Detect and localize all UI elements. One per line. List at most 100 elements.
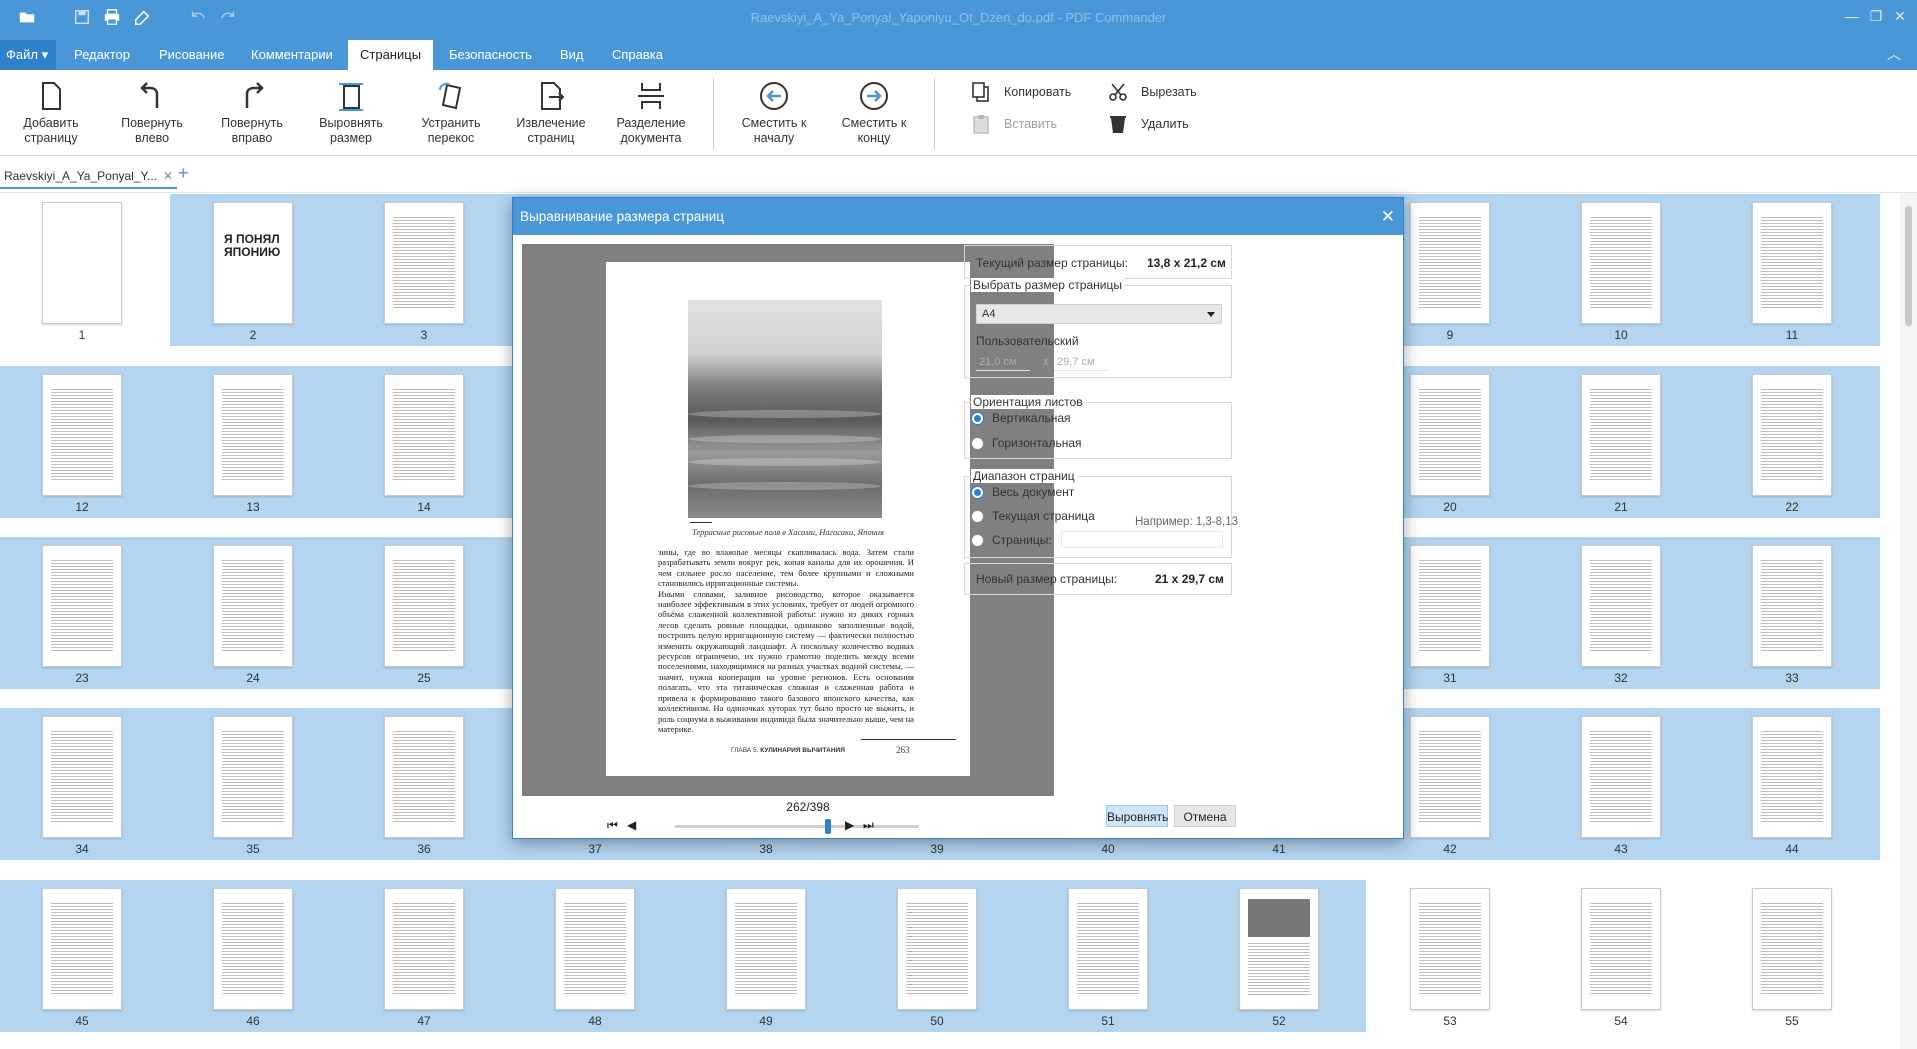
page-thumbnail[interactable] <box>1752 716 1832 838</box>
page-thumbnail[interactable] <box>726 888 806 1010</box>
tab-editor[interactable]: Редактор <box>62 40 142 70</box>
portrait-radio[interactable] <box>971 412 984 425</box>
page-number-label: 32 <box>1614 671 1628 685</box>
page-thumbnail[interactable] <box>42 545 122 667</box>
page-thumbnail[interactable] <box>213 888 293 1010</box>
page-number-label: 22 <box>1785 500 1799 514</box>
page-thumbnail[interactable] <box>213 374 293 496</box>
custom-width-input[interactable]: 21,0 см <box>976 353 1030 371</box>
page-number-label: 13 <box>246 500 260 514</box>
page-thumbnail[interactable] <box>1752 888 1832 1010</box>
page-number-label: 23 <box>75 671 89 685</box>
page-thumbnail[interactable] <box>1581 888 1661 1010</box>
page-thumbnail[interactable] <box>1410 716 1490 838</box>
page-thumbnail[interactable] <box>384 888 464 1010</box>
chevron-down-icon <box>1207 312 1215 317</box>
page-number-label: 40 <box>1101 842 1115 856</box>
collapse-ribbon-icon[interactable]: ︿ <box>1884 44 1904 64</box>
page-thumbnail[interactable] <box>1239 888 1319 1010</box>
page-thumbnail[interactable]: Я ПОНЯЛ ЯПОНИЮ <box>213 202 293 324</box>
range-current-label: Текущая страница <box>992 509 1095 523</box>
page-thumbnail[interactable] <box>555 888 635 1010</box>
vertical-scrollbar[interactable] <box>1900 194 1917 1049</box>
page-thumbnail[interactable] <box>1581 374 1661 496</box>
restore-icon[interactable]: ❐ <box>1866 8 1886 28</box>
prev-page-icon[interactable]: ◀ <box>627 818 636 832</box>
apply-button[interactable]: Выровнять <box>1106 805 1168 827</box>
page-thumbnail[interactable] <box>1068 888 1148 1010</box>
deskew-button[interactable]: Устранить перекос <box>403 80 499 156</box>
title-bar: Raevskiyi_A_Ya_Ponyal_Yaponiyu_Ot_Dzen_d… <box>0 0 1917 70</box>
range-all-radio[interactable] <box>971 486 984 499</box>
range-current-radio[interactable] <box>971 510 984 523</box>
move-to-start-icon <box>760 82 788 110</box>
file-menu-button[interactable]: Файл ▾ <box>0 40 56 70</box>
page-thumbnail[interactable] <box>42 888 122 1010</box>
page-thumbnail[interactable] <box>384 374 464 496</box>
move-to-end-button[interactable]: Сместить к концу <box>826 80 922 156</box>
page-thumbnail[interactable] <box>42 716 122 838</box>
page-thumbnail[interactable] <box>1581 716 1661 838</box>
cancel-button[interactable]: Отмена <box>1174 805 1236 827</box>
move-to-start-button[interactable]: Сместить к началу <box>726 80 822 156</box>
tab-comments[interactable]: Комментарии <box>239 40 345 70</box>
page-thumbnail[interactable] <box>213 716 293 838</box>
page-thumbnail[interactable] <box>1410 888 1490 1010</box>
copy-button[interactable]: Копировать <box>970 80 1071 104</box>
page-thumbnail[interactable] <box>1410 374 1490 496</box>
custom-height-input[interactable]: 29,7 см <box>1054 353 1108 371</box>
tab-drawing[interactable]: Рисование <box>147 40 236 70</box>
page-number-label: 33 <box>1785 671 1799 685</box>
pages-input[interactable] <box>1061 531 1223 548</box>
cut-button[interactable]: Вырезать <box>1107 80 1197 104</box>
delete-button[interactable]: Удалить <box>1107 112 1189 136</box>
landscape-radio[interactable] <box>971 437 984 450</box>
tab-help[interactable]: Справка <box>600 40 675 70</box>
rotate-left-button[interactable]: Повернуть влево <box>104 80 200 156</box>
page-slider-handle[interactable] <box>825 819 831 834</box>
last-page-icon[interactable]: ⏭ <box>863 818 874 833</box>
page-slider[interactable] <box>675 825 919 828</box>
align-size-button[interactable]: Выровнять размер <box>303 80 399 156</box>
page-size-select[interactable]: A4 <box>976 304 1222 324</box>
page-number-label: 48 <box>588 1014 602 1028</box>
page-thumbnail[interactable] <box>213 545 293 667</box>
page-thumbnail[interactable] <box>384 202 464 324</box>
preview-page-number: 263 <box>896 745 910 755</box>
split-document-button[interactable]: Разделение документа <box>603 80 699 156</box>
align-page-size-dialog: Выравнивание размера страниц ✕ Террасные… <box>512 197 1404 839</box>
range-pages-radio[interactable] <box>971 534 984 547</box>
page-thumbnail[interactable] <box>1752 202 1832 324</box>
page-thumbnail[interactable] <box>1581 202 1661 324</box>
minimize-icon[interactable]: — <box>1842 8 1862 28</box>
tab-view[interactable]: Вид <box>548 40 596 70</box>
close-dialog-icon[interactable]: ✕ <box>1381 198 1395 235</box>
page-thumbnail[interactable] <box>384 716 464 838</box>
page-number-label: 34 <box>75 842 89 856</box>
add-page-button[interactable]: Добавить страницу <box>3 80 99 156</box>
scrollbar-thumb[interactable] <box>1905 206 1912 326</box>
paste-button[interactable]: Вставить <box>970 112 1057 136</box>
page-thumbnail[interactable] <box>1752 374 1832 496</box>
page-thumbnail[interactable] <box>384 545 464 667</box>
page-thumbnail[interactable] <box>1410 202 1490 324</box>
custom-x-label: x <box>1043 356 1049 368</box>
page-thumbnail[interactable] <box>1581 545 1661 667</box>
close-window-icon[interactable]: ✕ <box>1890 8 1910 28</box>
page-thumbnail[interactable] <box>1410 545 1490 667</box>
range-pages-label: Страницы: <box>992 533 1052 547</box>
selection-band <box>0 880 1366 1032</box>
page-thumbnail[interactable] <box>1752 545 1832 667</box>
first-page-icon[interactable]: ⏮ <box>607 818 618 833</box>
rotate-right-button[interactable]: Повернуть вправо <box>204 80 300 156</box>
page-thumbnail[interactable] <box>42 202 122 324</box>
tab-security[interactable]: Безопасность <box>437 40 544 70</box>
close-tab-icon[interactable]: ✕ <box>163 169 173 183</box>
document-tab[interactable]: Raevskiyi_A_Ya_Ponyal_Y... ✕ <box>0 163 178 189</box>
tab-pages[interactable]: Страницы <box>348 40 434 70</box>
extract-pages-button[interactable]: Извлечение страниц <box>503 80 599 156</box>
page-thumbnail[interactable] <box>42 374 122 496</box>
next-page-icon[interactable]: ▶ <box>845 818 854 832</box>
add-tab-button[interactable]: + <box>178 163 189 184</box>
page-thumbnail[interactable] <box>897 888 977 1010</box>
